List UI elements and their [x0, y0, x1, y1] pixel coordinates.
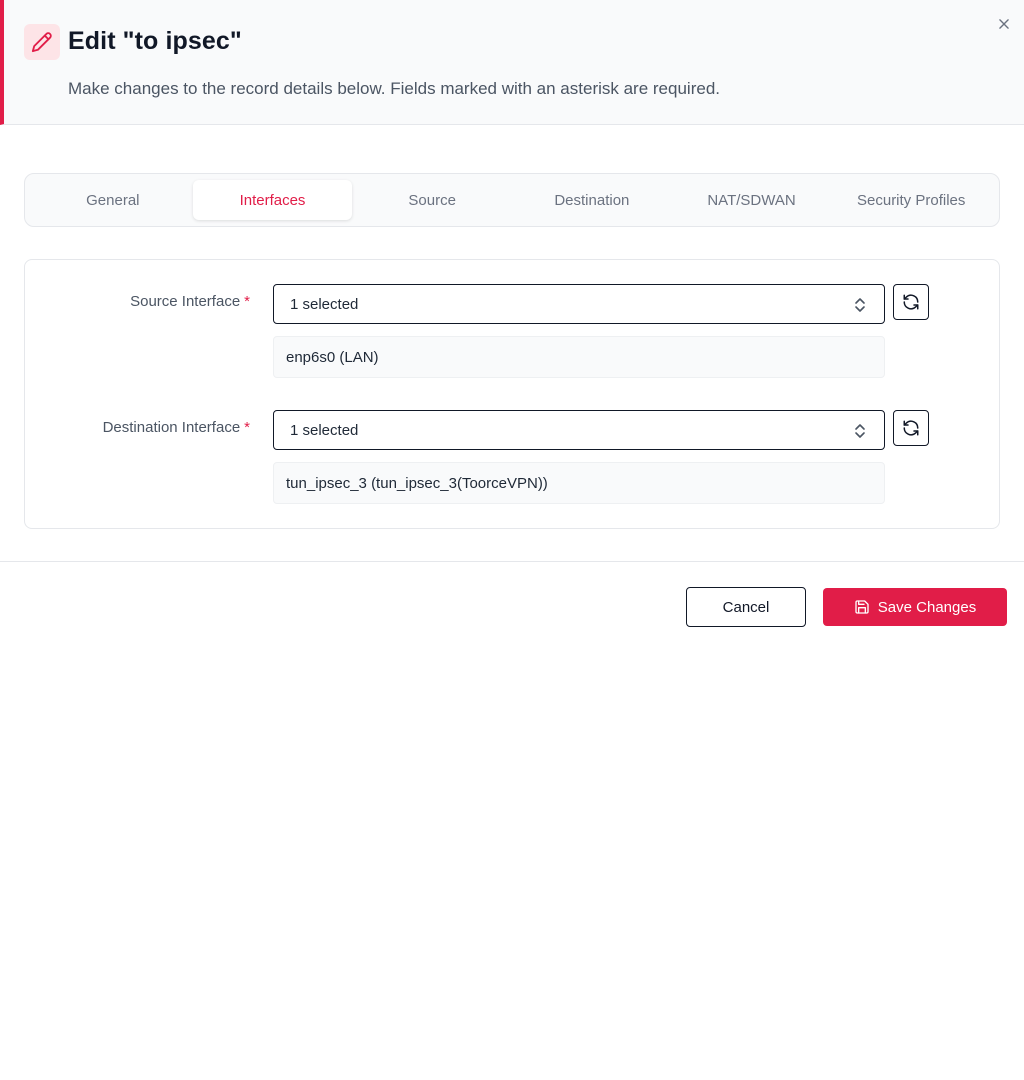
source-interface-selected-item: enp6s0 (LAN)	[273, 336, 885, 378]
source-interface-label: Source Interface *	[25, 293, 250, 310]
save-changes-label: Save Changes	[877, 598, 977, 616]
required-asterisk: *	[244, 419, 250, 436]
destination-interface-label-text: Destination Interface	[102, 419, 241, 436]
dialog-footer: Cancel Save Changes	[0, 561, 1024, 645]
chevron-up-down-icon	[855, 424, 865, 438]
tab-security-profiles[interactable]: Security Profiles	[831, 180, 991, 220]
tab-bar: General Interfaces Source Destination NA…	[24, 173, 1000, 227]
tab-interfaces[interactable]: Interfaces	[192, 180, 353, 220]
pencil-icon	[24, 24, 60, 60]
source-interface-selected-text: 1 selected	[290, 295, 359, 313]
source-interface-label-text: Source Interface	[130, 293, 241, 310]
source-interface-refresh-button[interactable]	[893, 284, 929, 320]
destination-interface-selected-item: tun_ipsec_3 (tun_ipsec_3(ToorceVPN))	[273, 462, 885, 504]
source-interface-select[interactable]: 1 selected	[273, 284, 885, 324]
refresh-icon	[903, 294, 919, 310]
save-changes-button[interactable]: Save Changes	[823, 588, 1007, 626]
destination-interface-label: Destination Interface *	[25, 419, 250, 436]
cancel-button[interactable]: Cancel	[686, 587, 806, 627]
close-icon[interactable]	[994, 14, 1014, 34]
save-icon	[855, 600, 869, 614]
destination-interface-select[interactable]: 1 selected	[273, 410, 885, 450]
dialog-header: Edit "to ipsec" Make changes to the reco…	[0, 0, 1024, 125]
tab-source[interactable]: Source	[352, 180, 512, 220]
tab-destination[interactable]: Destination	[512, 180, 672, 220]
destination-interface-refresh-button[interactable]	[893, 410, 929, 446]
dialog-title: Edit "to ipsec"	[68, 27, 242, 55]
required-asterisk: *	[244, 293, 250, 310]
interfaces-card: Source Interface * 1 selected enp6s0 (LAN…	[24, 259, 1000, 529]
chevron-up-down-icon	[855, 298, 865, 312]
destination-interface-selected-text: 1 selected	[290, 421, 359, 439]
dialog-subtitle: Make changes to the record details below…	[68, 79, 720, 98]
tab-nat-sdwan[interactable]: NAT/SDWAN	[672, 180, 832, 220]
tab-general[interactable]: General	[33, 180, 193, 220]
refresh-icon	[903, 420, 919, 436]
